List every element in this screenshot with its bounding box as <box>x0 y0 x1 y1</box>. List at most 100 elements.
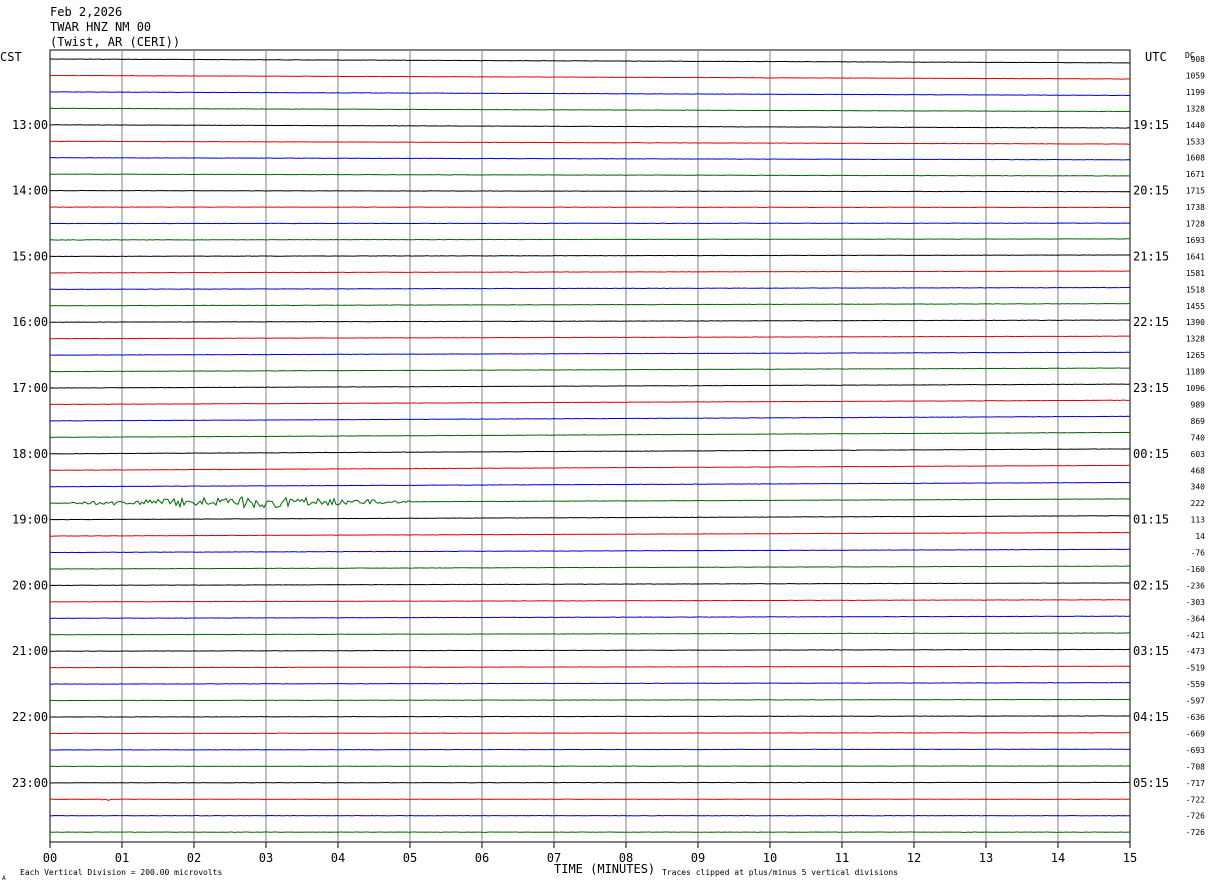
seismic-traces <box>49 58 1131 833</box>
dc-offset-label: 1581 <box>1186 269 1205 278</box>
seismic-trace <box>49 206 1130 209</box>
seismic-trace <box>49 615 1131 619</box>
utc-hour-label: 20:15 <box>1133 184 1169 198</box>
seismic-trace <box>49 189 1131 193</box>
x-tick-label: 10 <box>763 851 777 865</box>
cst-hour-label: 23:00 <box>12 776 48 790</box>
dc-offset-label: 1455 <box>1186 302 1205 311</box>
seismic-trace <box>49 715 1131 718</box>
dc-offset-label: 14 <box>1195 532 1205 541</box>
seismic-trace <box>49 481 1131 488</box>
seismic-trace <box>49 682 1131 685</box>
dc-offset-label: 222 <box>1191 499 1206 508</box>
utc-hour-label: 00:15 <box>1133 447 1169 461</box>
dc-offset-label: -636 <box>1186 713 1205 722</box>
dc-offset-label: -597 <box>1186 697 1205 706</box>
dc-offset-label: -722 <box>1186 795 1205 804</box>
seismic-trace <box>49 599 1131 603</box>
dc-offset-label: -726 <box>1186 812 1205 821</box>
cst-hour-label: 22:00 <box>12 710 48 724</box>
dc-offset-label: 1533 <box>1186 137 1205 146</box>
scale-note: Each Vertical Division = 200.00 microvol… <box>20 868 222 877</box>
dc-offset-label: -717 <box>1186 779 1205 788</box>
x-tick-label: 05 <box>403 851 417 865</box>
x-tick-label: 03 <box>259 851 273 865</box>
utc-hour-label: 01:15 <box>1133 513 1169 527</box>
cst-hour-label: 16:00 <box>12 315 48 329</box>
seismic-trace <box>49 431 1131 438</box>
x-tick-label: 13 <box>979 851 993 865</box>
dc-offset-label: 603 <box>1191 450 1206 459</box>
seismic-trace <box>49 254 1131 258</box>
seismic-trace <box>49 665 1131 669</box>
dc-offset-label: -669 <box>1186 729 1205 738</box>
seismic-trace <box>49 303 1131 307</box>
seismic-trace <box>49 91 1131 97</box>
seismic-trace <box>49 464 1131 471</box>
seismic-trace <box>49 765 1131 768</box>
dc-offset-label: -693 <box>1186 746 1205 755</box>
utc-hour-label: 23:15 <box>1133 381 1169 395</box>
dc-offset-label: -76 <box>1191 549 1206 558</box>
cst-hour-labels: 13:00 14:00 15:00 16:00 17:00 18:00 19:00 20:00… <box>12 118 48 790</box>
dc-offset-label: 1728 <box>1186 220 1205 229</box>
dc-offset-label: 1671 <box>1186 170 1205 179</box>
x-tick-label: 14 <box>1051 851 1065 865</box>
helicorder-chart: Feb 2,2026 TWAR HNZ NM 00 (Twist, AR (CE… <box>0 5 1206 882</box>
seismic-trace <box>49 270 1131 274</box>
dc-offset-label: 1328 <box>1186 335 1205 344</box>
dc-offset-label: 1738 <box>1186 203 1205 212</box>
dc-offset-label: 1608 <box>1186 154 1205 163</box>
seismic-trace <box>49 335 1131 340</box>
dc-offset-label: 1199 <box>1186 88 1205 97</box>
header-block: Feb 2,2026 TWAR HNZ NM 00 (Twist, AR (CE… <box>50 5 180 49</box>
dc-offset-label: 1715 <box>1186 187 1205 196</box>
x-tick-label: 01 <box>115 851 129 865</box>
dc-offset-label: -519 <box>1186 664 1205 673</box>
dc-offset-label: -726 <box>1186 828 1205 837</box>
dc-offset-label: -364 <box>1186 614 1205 623</box>
corner-mark: A <box>2 875 6 882</box>
cst-hour-label: 20:00 <box>12 578 48 592</box>
dc-offset-label: -559 <box>1186 680 1205 689</box>
utc-hour-label: 22:15 <box>1133 315 1169 329</box>
utc-hour-label: 21:15 <box>1133 249 1169 263</box>
cst-hour-label: 13:00 <box>12 118 48 132</box>
seismic-trace <box>49 781 1130 784</box>
seismic-trace <box>49 732 1130 735</box>
dc-offset-label: 1189 <box>1186 368 1205 377</box>
dc-offset-label: 1328 <box>1186 104 1205 113</box>
dc-offset-label: 908 <box>1191 55 1206 64</box>
cst-hour-label: 21:00 <box>12 644 48 658</box>
dc-offset-label: -160 <box>1186 565 1205 574</box>
x-tick-label: 11 <box>835 851 849 865</box>
left-timezone-label: CST <box>0 50 22 64</box>
cst-hour-label: 18:00 <box>12 447 48 461</box>
x-tick-label: 15 <box>1123 851 1137 865</box>
dc-offset-label: 989 <box>1191 400 1206 409</box>
dc-offset-label: 1518 <box>1186 285 1205 294</box>
seismic-trace <box>49 582 1131 587</box>
seismic-trace <box>49 286 1131 290</box>
dc-offset-label: 869 <box>1191 417 1206 426</box>
seismic-trace <box>49 748 1131 751</box>
seismic-trace <box>49 124 1131 129</box>
header-station: TWAR HNZ NM 00 <box>50 20 151 34</box>
dc-offset-label: 740 <box>1191 433 1206 442</box>
dc-offset-label: -708 <box>1186 762 1205 771</box>
dc-offset-label: 1440 <box>1186 121 1205 130</box>
dc-offset-label: 1265 <box>1186 351 1205 360</box>
utc-hour-labels: 19:15 20:15 21:15 22:15 23:15 00:15 01:15 02:15… <box>1133 118 1169 790</box>
seismic-trace <box>49 632 1131 636</box>
dc-offset-label: -236 <box>1186 581 1205 590</box>
seismic-trace <box>49 383 1131 389</box>
seismic-trace <box>49 548 1131 554</box>
seismic-trace <box>49 107 1131 113</box>
header-date: Feb 2,2026 <box>50 5 122 19</box>
x-tick-label: 04 <box>331 851 345 865</box>
right-timezone-label: UTC <box>1145 50 1167 64</box>
utc-hour-label: 04:15 <box>1133 710 1169 724</box>
plot-grid <box>49 49 1131 843</box>
dc-offset-label: 468 <box>1191 466 1206 475</box>
seismic-trace <box>49 399 1131 406</box>
